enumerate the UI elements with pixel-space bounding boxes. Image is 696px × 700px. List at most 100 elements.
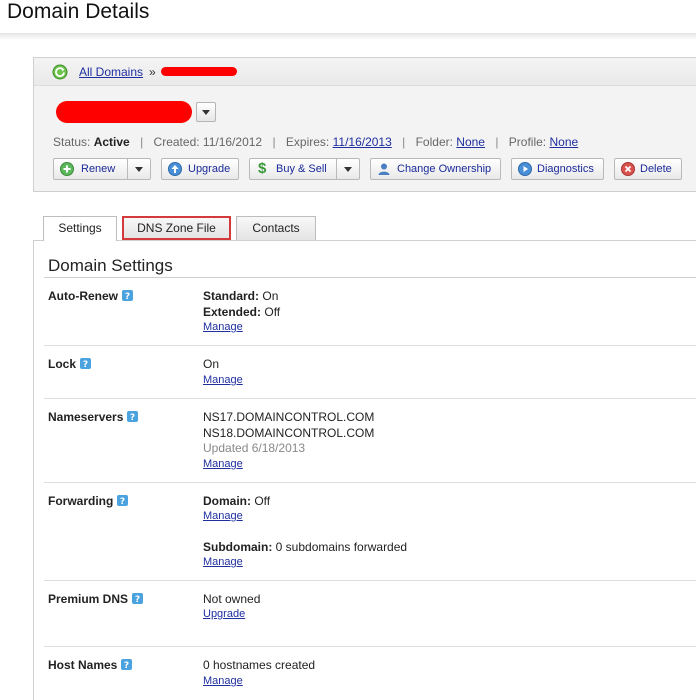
- host-names-manage-link[interactable]: Manage: [203, 675, 243, 687]
- row-divider: [44, 580, 696, 581]
- nameservers-updated: Updated 6/18/2013: [203, 441, 306, 455]
- buy-sell-options-dropdown[interactable]: [336, 159, 359, 179]
- row-divider: [44, 482, 696, 483]
- renew-button-label: Renew: [81, 163, 116, 175]
- refresh-icon[interactable]: [52, 64, 68, 80]
- dollar-icon: $: [258, 160, 267, 177]
- extended-label: Extended:: [203, 305, 262, 319]
- svg-text:?: ?: [120, 497, 125, 506]
- tab-dns-zone-file[interactable]: DNS Zone File: [122, 216, 231, 240]
- divider: |: [272, 135, 276, 149]
- svg-text:?: ?: [125, 292, 130, 301]
- redaction-mark: [56, 101, 192, 123]
- help-icon[interactable]: ?: [122, 290, 133, 301]
- help-icon[interactable]: ?: [132, 593, 144, 604]
- divider: |: [495, 135, 499, 149]
- diagnostics-button-label: Diagnostics: [537, 163, 594, 175]
- forwarding-subdomain: Subdomain: 0 subdomains forwarded: [203, 540, 407, 554]
- chevron-down-icon: [344, 167, 352, 172]
- change-ownership-button[interactable]: Change Ownership: [370, 158, 501, 180]
- forwarding-domain-label: Domain:: [203, 494, 251, 508]
- upgrade-button[interactable]: Upgrade: [161, 158, 239, 180]
- nameservers-label-text: Nameservers: [48, 410, 124, 424]
- delete-button-label: Delete: [640, 163, 672, 175]
- domain-status-line: Status: Active | Created: 11/16/2012 | E…: [53, 135, 578, 149]
- auto-renew-extended: Extended: Off: [203, 305, 280, 319]
- forwarding-subdomain-value: 0 subdomains forwarded: [275, 540, 408, 554]
- section-divider: [44, 277, 696, 278]
- svg-text:?: ?: [83, 360, 88, 369]
- breadcrumb-separator: »: [149, 65, 156, 79]
- delete-button[interactable]: Delete: [614, 158, 682, 180]
- breadcrumb-all-domains-link[interactable]: All Domains: [79, 65, 143, 79]
- premium-dns-value: Not owned: [203, 592, 261, 606]
- svg-text:?: ?: [130, 413, 135, 422]
- renew-button[interactable]: Renew: [53, 158, 151, 180]
- created-value: 11/16/2012: [202, 135, 263, 149]
- status-value: Active: [93, 135, 130, 149]
- lock-manage-link[interactable]: Manage: [203, 374, 243, 386]
- svg-text:?: ?: [135, 595, 140, 604]
- forwarding-domain: Domain: Off: [203, 494, 270, 508]
- created-label: Created:: [153, 135, 200, 149]
- user-icon: [378, 163, 390, 175]
- domain-selector-dropdown[interactable]: [196, 102, 216, 122]
- premium-dns-label: Premium DNS?: [48, 592, 144, 606]
- help-icon[interactable]: ?: [121, 659, 133, 670]
- divider: |: [402, 135, 406, 149]
- status-label: Status:: [53, 135, 91, 149]
- lock-label: Lock?: [48, 357, 92, 371]
- domain-settings-heading: Domain Settings: [48, 256, 173, 275]
- upgrade-button-label: Upgrade: [188, 163, 231, 175]
- profile-label: Profile:: [508, 135, 547, 149]
- help-icon[interactable]: ?: [127, 411, 139, 422]
- lock-label-text: Lock: [48, 357, 77, 371]
- domain-header-panel: All Domains » Status: Active | Created: …: [33, 57, 696, 192]
- forwarding-subdomain-manage-link[interactable]: Manage: [203, 556, 243, 568]
- page-title: Domain Details: [7, 0, 150, 23]
- lock-value: On: [203, 357, 220, 371]
- buy-sell-button-label: Buy & Sell: [276, 163, 327, 175]
- plus-circle-icon: [60, 162, 74, 176]
- auto-renew-manage-link[interactable]: Manage: [203, 321, 243, 333]
- row-divider: [44, 345, 696, 346]
- row-divider: [44, 646, 696, 647]
- upgrade-arrow-icon: [168, 162, 182, 176]
- forwarding-label-text: Forwarding: [48, 494, 114, 508]
- renew-options-dropdown[interactable]: [127, 159, 150, 179]
- change-ownership-button-label: Change Ownership: [397, 163, 492, 175]
- nameservers-manage-link[interactable]: Manage: [203, 458, 243, 470]
- title-divider: [0, 33, 696, 40]
- buy-sell-button[interactable]: $ Buy & Sell: [249, 158, 360, 180]
- chevron-down-icon: [202, 110, 210, 115]
- standard-value: On: [262, 289, 279, 303]
- forwarding-domain-manage-link[interactable]: Manage: [203, 510, 243, 522]
- extended-value: Off: [264, 305, 281, 319]
- folder-label: Folder:: [415, 135, 453, 149]
- nameserver-1: NS17.DOMAINCONTROL.COM: [203, 410, 375, 424]
- nameserver-2: NS18.DOMAINCONTROL.COM: [203, 426, 375, 440]
- standard-label: Standard:: [203, 289, 260, 303]
- auto-renew-label: Auto-Renew?: [48, 289, 133, 303]
- row-divider: [44, 398, 696, 399]
- play-circle-icon: [518, 162, 532, 176]
- tab-contacts[interactable]: Contacts: [236, 216, 316, 240]
- forwarding-label: Forwarding?: [48, 494, 129, 508]
- host-names-label: Host Names?: [48, 658, 133, 672]
- premium-dns-upgrade-link[interactable]: Upgrade: [203, 608, 245, 620]
- folder-link[interactable]: None: [456, 135, 485, 149]
- help-icon[interactable]: ?: [117, 495, 129, 506]
- svg-text:?: ?: [124, 661, 129, 670]
- forwarding-domain-value: Off: [254, 494, 271, 508]
- forwarding-subdomain-label: Subdomain:: [203, 540, 273, 554]
- tab-settings[interactable]: Settings: [43, 216, 117, 241]
- auto-renew-standard: Standard: On: [203, 289, 278, 303]
- expires-date-link[interactable]: 11/16/2013: [333, 135, 392, 149]
- host-names-label-text: Host Names: [48, 658, 118, 672]
- auto-renew-label-text: Auto-Renew: [48, 289, 118, 303]
- profile-link[interactable]: None: [550, 135, 579, 149]
- help-icon[interactable]: ?: [80, 358, 92, 369]
- settings-content-panel: [33, 240, 696, 700]
- diagnostics-button[interactable]: Diagnostics: [511, 158, 604, 180]
- expires-label: Expires:: [285, 135, 330, 149]
